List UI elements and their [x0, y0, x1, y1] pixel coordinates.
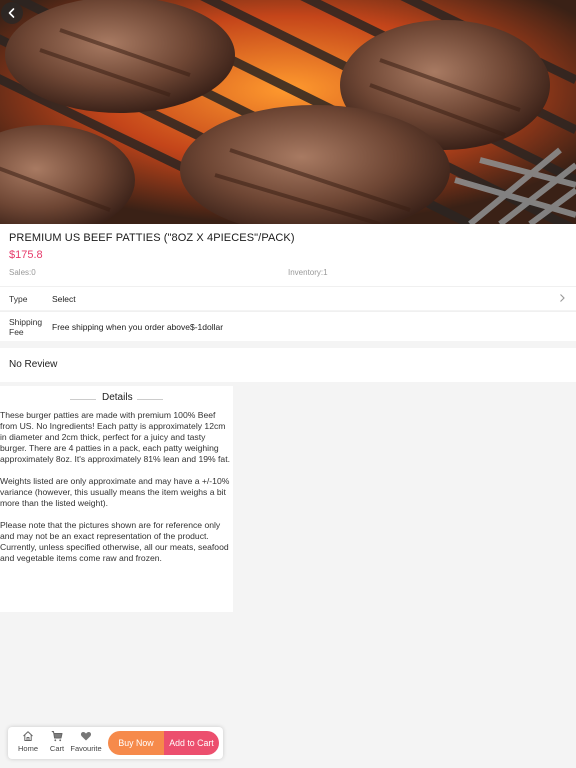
product-info: PREMIUM US BEEF PATTIES ("8OZ X 4PIECES"… [0, 224, 576, 286]
cart-icon [51, 731, 63, 742]
chevron-right-icon [560, 294, 565, 302]
details-heading: Details [0, 392, 233, 406]
heart-icon [80, 731, 92, 741]
buy-now-button[interactable]: Buy Now [108, 731, 164, 755]
review-section: No Review [0, 348, 576, 382]
inventory-count: Inventory:1 [288, 268, 328, 277]
product-title: PREMIUM US BEEF PATTIES ("8OZ X 4PIECES"… [9, 232, 295, 244]
divider [70, 399, 96, 400]
product-price: $175.8 [9, 249, 43, 261]
type-select-value[interactable]: Select [52, 294, 76, 304]
divider [137, 399, 163, 400]
shipping-fee-value: Free shipping when you order above$-1dol… [52, 322, 224, 332]
add-to-cart-button[interactable]: Add to Cart [164, 731, 219, 755]
shipping-fee-row: Shipping Fee Free shipping when you orde… [0, 311, 576, 341]
bottom-action-bar: Home Cart Favourite Buy Now Add to Cart [8, 727, 223, 759]
no-review-text: No Review [9, 359, 58, 370]
favourite-button[interactable]: Favourite [69, 730, 103, 756]
back-button[interactable] [1, 2, 23, 24]
type-selector-row[interactable]: Type Select [0, 286, 576, 310]
details-paragraph: Weights listed are only approximate and … [0, 476, 230, 508]
details-body: These burger patties are made with premi… [0, 410, 233, 575]
cart-label: Cart [49, 744, 65, 753]
type-label: Type [9, 294, 28, 304]
chevron-left-icon [8, 8, 15, 18]
product-detail-page: PREMIUM US BEEF PATTIES ("8OZ X 4PIECES"… [0, 0, 576, 768]
home-label: Home [17, 744, 38, 753]
purchase-actions: Buy Now Add to Cart [108, 731, 219, 755]
sales-count: Sales:0 [9, 268, 36, 277]
shipping-fee-label: Shipping Fee [9, 317, 43, 337]
home-icon [23, 731, 33, 741]
details-paragraph: Please note that the pictures shown are … [0, 520, 229, 563]
details-section: Details These burger patties are made wi… [0, 386, 233, 612]
cart-button[interactable]: Cart [48, 730, 66, 756]
home-button[interactable]: Home [16, 730, 40, 756]
favourite-label: Favourite [70, 744, 102, 753]
details-title: Details [102, 392, 133, 403]
product-image [0, 0, 576, 224]
details-paragraph: These burger patties are made with premi… [0, 410, 230, 464]
